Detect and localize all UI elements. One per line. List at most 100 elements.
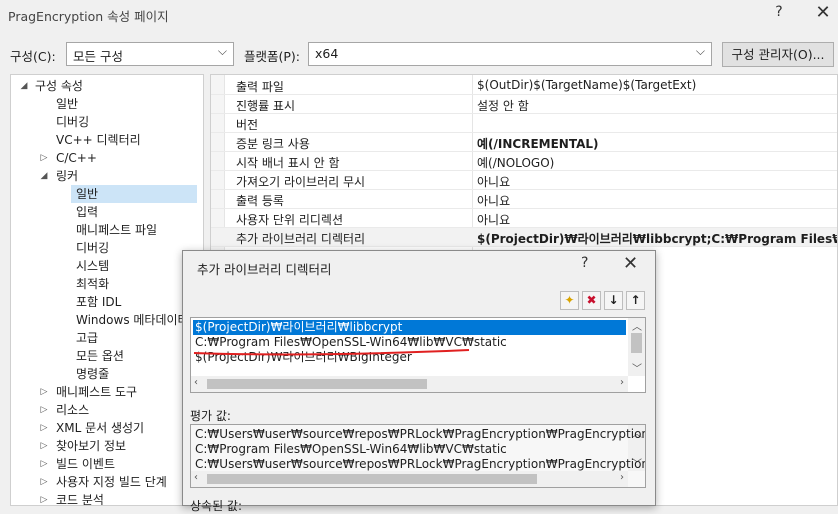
tree-item[interactable]: 고급 (71, 329, 197, 347)
eval-horizontal-scrollbar[interactable]: ‹ › (191, 471, 628, 487)
expanded-arrow-icon[interactable]: ◢ (19, 77, 29, 95)
list-item[interactable]: $(ProjectDir)₩라이브러리₩libbcrypt (193, 320, 626, 335)
property-row[interactable]: 증분 링크 사용 예(/INCREMENTAL) (211, 133, 837, 152)
tree-item[interactable]: ▷ XML 문서 생성기 (11, 419, 197, 437)
tree-item-label: 일반 (56, 97, 79, 111)
scroll-thumb[interactable] (207, 474, 537, 484)
tree-item[interactable]: 입력 (71, 203, 197, 221)
platform-dropdown[interactable]: x64 ⌵ (308, 42, 712, 66)
property-name: 사용자 단위 리디렉션 (236, 213, 343, 227)
scroll-left-icon[interactable]: ‹ (194, 472, 198, 483)
scroll-down-icon[interactable]: ﹀ (632, 360, 642, 375)
dialog-help-button[interactable]: ? (581, 255, 588, 271)
tree-item[interactable]: 명령줄 (71, 365, 197, 383)
property-row[interactable]: 시작 배너 표시 안 함 예(/NOLOGO) (211, 152, 837, 171)
collapsed-arrow-icon[interactable]: ▷ (39, 419, 49, 437)
tree-item-label: 일반 (76, 187, 99, 201)
scroll-thumb[interactable] (631, 333, 642, 353)
property-name: 시작 배너 표시 안 함 (236, 156, 340, 170)
red-underline-annotation (193, 349, 470, 356)
property-row[interactable]: 버전 (211, 114, 837, 133)
tree-item[interactable]: ▷ 사용자 지정 빌드 단계 (11, 473, 197, 491)
configuration-manager-button[interactable]: 구성 관리자(O)... (722, 42, 834, 67)
tree-item[interactable]: 모든 옵션 (71, 347, 197, 365)
tree-item-label: VC++ 디렉터리 (56, 133, 141, 147)
tree-item-label: 디버깅 (76, 241, 110, 255)
tree-item[interactable]: 포함 IDL (71, 293, 197, 311)
tree-item[interactable]: ▷ 찾아보기 정보 (11, 437, 197, 455)
tree-item[interactable]: ◢ 링커 (11, 167, 197, 185)
property-row[interactable]: 가져오기 라이브러리 무시 아니요 (211, 171, 837, 190)
property-value[interactable]: $(OutDir)$(TargetName)$(TargetExt) (477, 78, 696, 92)
new-folder-button[interactable]: ✦ (560, 291, 579, 310)
move-down-button[interactable]: ↓ (604, 291, 623, 310)
directory-list[interactable]: ︿ ﹀ ‹ › $(ProjectDir)₩라이브러리₩libbcrypt C:₩… (190, 317, 646, 393)
collapsed-arrow-icon[interactable]: ▷ (39, 473, 49, 491)
evaluated-line: C:₩Program Files₩OpenSSL-Win64₩lib₩VC₩st… (195, 442, 507, 456)
delete-button[interactable]: ✖ (582, 291, 601, 310)
property-value[interactable]: 아니요 (477, 211, 510, 228)
configuration-dropdown[interactable]: 모든 구성 ⌵ (66, 42, 234, 66)
tree-item[interactable]: 시스템 (71, 257, 197, 275)
delete-icon: ✖ (586, 293, 597, 307)
scroll-thumb[interactable] (207, 379, 427, 389)
collapsed-arrow-icon[interactable]: ▷ (39, 437, 49, 455)
property-value[interactable]: $(ProjectDir)₩라이브러리₩libbcrypt;C:₩Program… (477, 230, 837, 247)
collapsed-arrow-icon[interactable]: ▷ (39, 149, 49, 167)
tree-item-label: 디버깅 (56, 115, 90, 129)
collapsed-arrow-icon[interactable]: ▷ (39, 455, 49, 473)
help-button[interactable]: ? (770, 4, 788, 24)
tree-item-label: 매니페스트 도구 (56, 385, 138, 399)
property-row[interactable]: 출력 등록 아니요 (211, 190, 837, 209)
property-value[interactable]: 예(/INCREMENTAL) (477, 135, 599, 152)
tree-item-label: 빌드 이벤트 (56, 457, 116, 471)
scroll-left-icon[interactable]: ‹ (194, 377, 198, 388)
tree-item[interactable]: ▷ 매니페스트 도구 (11, 383, 197, 401)
list-horizontal-scrollbar[interactable]: ‹ › (191, 376, 628, 392)
scroll-right-icon[interactable]: › (620, 472, 624, 483)
move-down-icon: ↓ (608, 293, 619, 307)
tree-item[interactable]: ▷ 빌드 이벤트 (11, 455, 197, 473)
tree-item[interactable]: 최적화 (71, 275, 197, 293)
property-row[interactable]: 진행률 표시 설정 안 함 (211, 95, 837, 114)
property-row[interactable]: 사용자 단위 리디렉션 아니요 (211, 209, 837, 228)
move-up-button[interactable]: ↑ (626, 291, 645, 310)
tree-item[interactable]: 매니페스트 파일 (71, 221, 197, 239)
tree-item-label: 고급 (76, 331, 99, 345)
tree-item[interactable]: 일반 (11, 95, 197, 113)
tree-item[interactable]: 디버깅 (11, 113, 197, 131)
collapsed-arrow-icon[interactable]: ▷ (39, 383, 49, 401)
inherited-value-label: 상속된 값: (190, 499, 243, 513)
tree-item[interactable]: ▷ C/C++ (11, 149, 197, 167)
tree-item[interactable]: ◢ 구성 속성 (11, 77, 197, 95)
scroll-right-icon[interactable]: › (620, 377, 624, 388)
scroll-up-icon[interactable]: ︿ (632, 318, 642, 333)
new-folder-icon: ✦ (564, 293, 575, 307)
property-row[interactable]: 출력 파일 $(OutDir)$(TargetName)$(TargetExt) (211, 76, 837, 95)
tree-item[interactable]: Windows 메타데이터 (71, 311, 197, 329)
tree-item[interactable]: 디버깅 (71, 239, 197, 257)
dialog-close-button[interactable]: ✕ (623, 253, 638, 274)
property-value[interactable]: 설정 안 함 (477, 97, 529, 114)
evaluated-line: C:₩Users₩user₩source₩repos₩PRLock₩PragEn… (195, 457, 646, 471)
evaluated-value-box: ︿ ﹀ ‹ › C:₩Users₩user₩source₩repos₩PRLoc… (190, 424, 646, 488)
property-row[interactable]: 추가 라이브러리 디렉터리 $(ProjectDir)₩라이브러리₩libbcry… (211, 228, 837, 247)
tree-item[interactable]: VC++ 디렉터리 (11, 131, 197, 149)
collapsed-arrow-icon[interactable]: ▷ (39, 401, 49, 419)
property-value[interactable]: 아니요 (477, 192, 510, 209)
tree-item-label: XML 문서 생성기 (56, 421, 145, 435)
tree-item-label: 입력 (76, 205, 99, 219)
expanded-arrow-icon[interactable]: ◢ (39, 167, 49, 185)
window-title: PragEncryption 속성 페이지 (8, 9, 169, 24)
property-value[interactable]: 아니요 (477, 173, 510, 190)
property-value[interactable]: 예(/NOLOGO) (477, 154, 554, 171)
tree-item[interactable]: 일반 (71, 185, 197, 203)
property-name: 진행률 표시 (236, 99, 296, 113)
property-name: 출력 파일 (236, 80, 284, 94)
close-button[interactable]: ✕ (812, 2, 834, 26)
list-vertical-scrollbar[interactable]: ︿ ﹀ (628, 318, 645, 376)
title-bar: PragEncryption 속성 페이지 ? ✕ (0, 0, 838, 30)
chevron-down-icon: ⌵ (217, 44, 227, 58)
tree-item-label: 명령줄 (76, 367, 110, 381)
tree-item[interactable]: ▷ 리소스 (11, 401, 197, 419)
